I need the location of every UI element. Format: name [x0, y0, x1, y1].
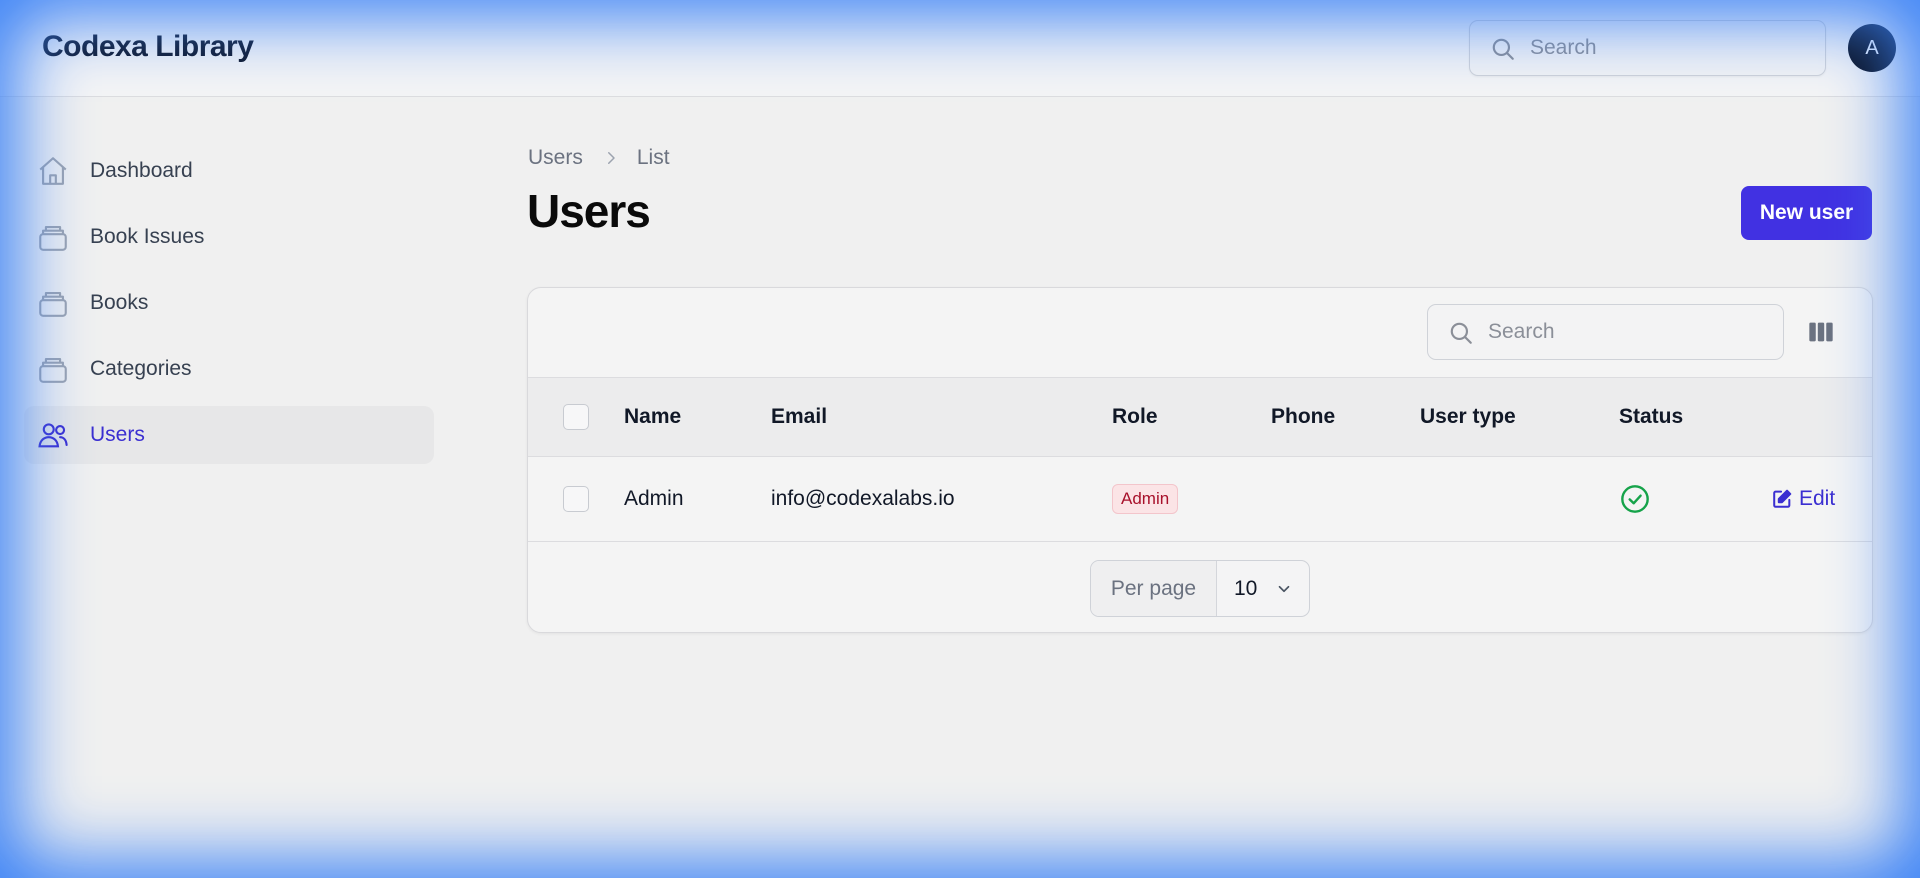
column-header-role[interactable]: Role — [1112, 378, 1158, 456]
cell-actions: Edit — [1771, 457, 1835, 541]
per-page-label: Per page — [1091, 561, 1217, 616]
global-search-input[interactable] — [1530, 21, 1810, 75]
select-all-checkbox[interactable] — [563, 404, 589, 430]
sidebar-item-categories[interactable]: Categories — [24, 340, 434, 398]
top-bar: Codexa Library A — [0, 0, 1920, 97]
avatar[interactable]: A — [1848, 24, 1896, 72]
search-icon — [1492, 38, 1514, 60]
stack-icon — [39, 292, 67, 317]
cell-email: info@codexalabs.io — [771, 487, 955, 510]
users-table-panel: Name Email Role Phone User type Status A… — [527, 287, 1873, 633]
breadcrumb: Users List — [528, 146, 670, 170]
stack-icon — [39, 358, 67, 383]
columns-icon[interactable] — [1807, 318, 1835, 346]
table-toolbar — [528, 288, 1872, 378]
edit-icon — [1773, 489, 1792, 508]
sidebar-item-users[interactable]: Users — [24, 406, 434, 464]
page-title: Users — [527, 185, 651, 237]
sidebar-item-book-issues[interactable]: Book Issues — [24, 208, 434, 266]
column-header-name[interactable]: Name — [624, 378, 681, 456]
check-circle-icon — [1621, 485, 1649, 513]
column-header-email[interactable]: Email — [771, 378, 827, 456]
row-select-cell — [563, 457, 589, 541]
sidebar-item-label: Categories — [90, 357, 192, 380]
chevron-right-icon — [607, 152, 615, 164]
app-title[interactable]: Codexa Library — [42, 30, 254, 64]
column-header-status[interactable]: Status — [1619, 378, 1683, 456]
per-page-select[interactable]: 10 — [1217, 561, 1309, 616]
chevron-down-icon — [1279, 585, 1290, 592]
role-badge: Admin — [1112, 484, 1179, 514]
table-search-input[interactable] — [1488, 305, 1768, 359]
sidebar-item-dashboard[interactable]: Dashboard — [24, 142, 434, 200]
cell-name: Admin — [624, 487, 684, 510]
breadcrumb-current: List — [636, 146, 670, 169]
users-icon — [38, 423, 68, 448]
per-page-value: 10 — [1234, 576, 1258, 600]
sidebar-item-books[interactable]: Books — [24, 274, 434, 332]
table-search[interactable] — [1427, 304, 1784, 360]
sidebar-item-label: Books — [90, 291, 149, 314]
global-search[interactable] — [1469, 20, 1826, 76]
sidebar-item-label: Users — [90, 423, 145, 446]
column-header-user-type[interactable]: User type — [1420, 378, 1516, 456]
sidebar-item-label: Book Issues — [90, 225, 205, 248]
new-user-button[interactable]: New user — [1741, 186, 1872, 240]
stack-icon — [39, 226, 67, 251]
sidebar-item-label: Dashboard — [90, 159, 193, 182]
home-icon — [39, 157, 67, 185]
search-icon — [1450, 322, 1472, 344]
column-header-phone[interactable]: Phone — [1271, 378, 1335, 456]
table-header: Name Email Role Phone User type Status — [528, 378, 1872, 457]
table-row: Admin info@codexalabs.io Admin Edit — [528, 457, 1872, 542]
row-checkbox[interactable] — [563, 486, 589, 512]
cell-role: Admin — [1112, 457, 1179, 541]
edit-label: Edit — [1799, 487, 1836, 510]
breadcrumb-parent[interactable]: Users — [528, 146, 583, 170]
pagination: Per page 10 — [1090, 560, 1310, 617]
select-all-cell — [563, 378, 589, 456]
edit-button[interactable]: Edit — [1771, 487, 1835, 511]
cell-status — [1619, 457, 1651, 541]
sidebar: Dashboard Book Issues Books Categories U… — [24, 142, 434, 472]
